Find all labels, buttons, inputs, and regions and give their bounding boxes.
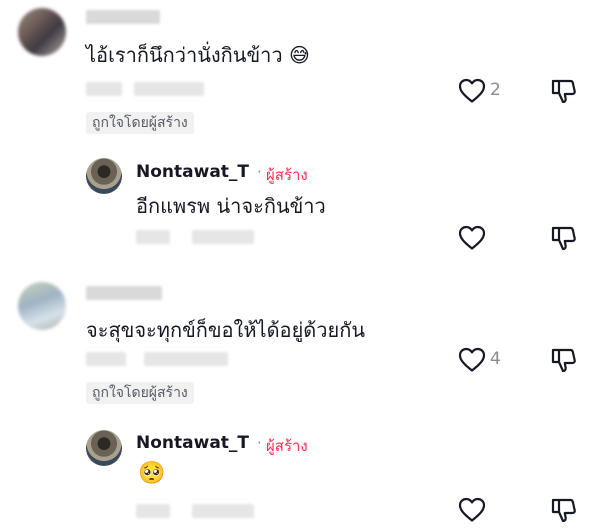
reply-timestamp: [136, 504, 170, 518]
liked-by-creator-badge: ถูกใจโดยผู้สร้าง: [86, 382, 194, 404]
comment-timestamp: [86, 352, 126, 366]
reply-username[interactable]: Nontawat_T: [136, 433, 249, 453]
reply-emoji: 🥺: [138, 461, 166, 486]
reply-username[interactable]: Nontawat_T: [136, 162, 249, 182]
reply-button[interactable]: [144, 352, 228, 366]
heart-icon[interactable]: [458, 347, 486, 373]
commenter-username[interactable]: [86, 286, 162, 300]
dislike-icon[interactable]: [550, 224, 578, 252]
liked-by-creator-badge: ถูกใจโดยผู้สร้าง: [86, 112, 194, 134]
separator-dot: ·: [257, 434, 262, 452]
reply-button[interactable]: [192, 230, 254, 244]
commenter-avatar[interactable]: [18, 282, 66, 330]
heart-icon[interactable]: [458, 78, 486, 104]
heart-icon[interactable]: [458, 497, 486, 523]
creator-label: ผู้สร้าง: [266, 166, 308, 184]
dislike-icon[interactable]: [550, 496, 578, 524]
reply-button[interactable]: [192, 504, 254, 518]
dislike-icon[interactable]: [550, 346, 578, 374]
reply-timestamp: [136, 230, 170, 244]
dislike-icon[interactable]: [550, 77, 578, 105]
comment-text: ไอ้เราก็นึกว่านั่งกินข้าว 😅: [86, 43, 310, 67]
creator-label: ผู้สร้าง: [266, 437, 308, 455]
comment-timestamp: [86, 82, 122, 96]
commenter-username[interactable]: [86, 10, 160, 24]
creator-avatar[interactable]: [86, 158, 122, 194]
heart-icon[interactable]: [458, 225, 486, 251]
separator-dot: ·: [257, 163, 262, 181]
commenter-avatar[interactable]: [18, 8, 66, 56]
reply-button[interactable]: [134, 82, 204, 96]
like-count: 4: [490, 349, 501, 369]
like-count: 2: [490, 80, 501, 100]
comment-text: จะสุขจะทุกข์ก็ขอให้ได้อยู่ด้วยกัน: [86, 318, 366, 342]
creator-avatar[interactable]: [86, 430, 122, 466]
reply-text: อีกแพรพ น่าจะกินข้าว: [136, 194, 326, 218]
